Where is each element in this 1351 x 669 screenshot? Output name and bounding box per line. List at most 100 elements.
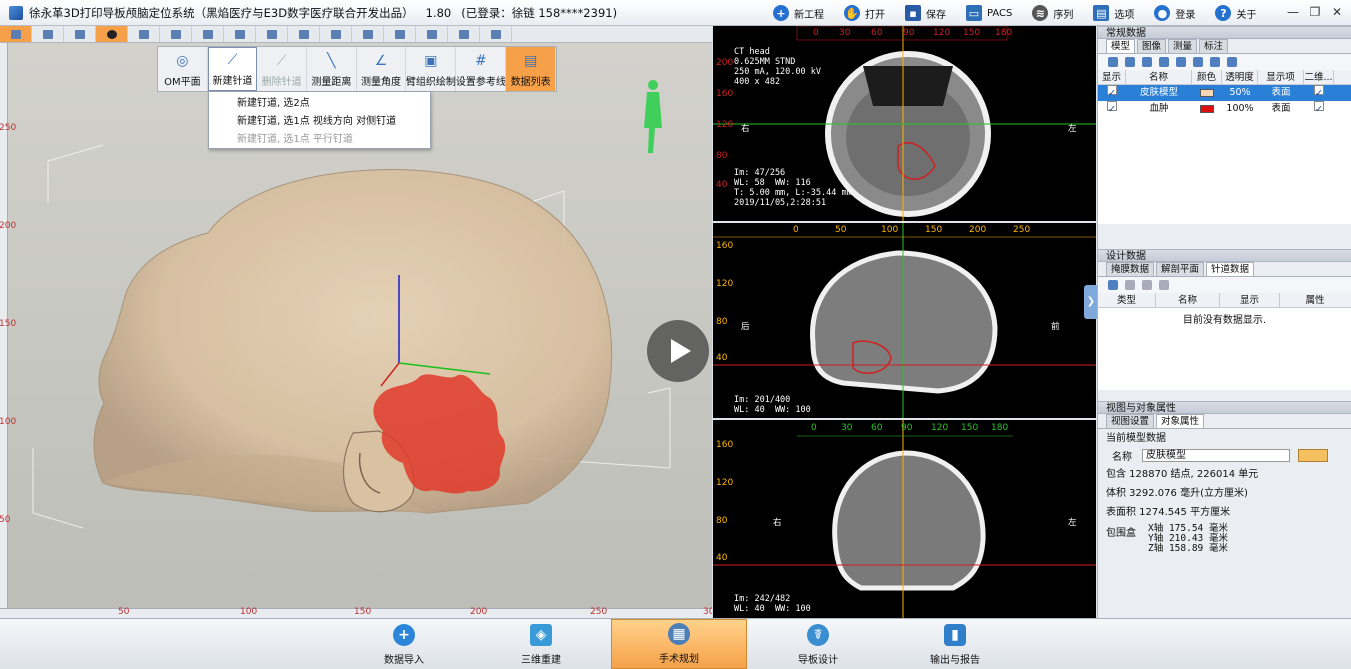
window-title: 徐永革3D打印导板颅脑定位系统（黑焰医疗与E3D数字医疗联合开发出品）: [29, 5, 414, 20]
angle-icon: ∠: [374, 53, 388, 69]
tab-measure[interactable]: 测量: [1168, 39, 1198, 53]
visible-checkbox[interactable]: ✓: [1107, 84, 1117, 99]
eye-icon[interactable]: [1159, 280, 1169, 290]
menu-item-two-points[interactable]: 新建钉道, 选2点: [209, 95, 430, 113]
view-tool-8[interactable]: [224, 26, 256, 42]
axial-right-label: 左: [1068, 124, 1077, 134]
axial-footer: Im: 47/256 WL: 58 WW: 116 T: 5.00 mm, L:…: [734, 168, 852, 208]
name-input[interactable]: 皮肤模型: [1142, 448, 1290, 462]
eye-icon[interactable]: [1227, 57, 1237, 67]
view-tool-5[interactable]: [128, 26, 160, 42]
options-button[interactable]: ▤ 选项: [1093, 5, 1134, 21]
table-row[interactable]: ✓ 血肿 100% 表面 ✓: [1098, 100, 1351, 117]
view-14-icon: [426, 29, 437, 39]
copy-icon[interactable]: [1159, 57, 1169, 67]
grid-icon: #: [474, 53, 487, 69]
view-tool-10[interactable]: [288, 26, 320, 42]
link-icon[interactable]: [1210, 57, 1220, 67]
play-button[interactable]: [647, 320, 709, 382]
menu-item-one-point-parallel[interactable]: 新建钉道, 选1点 平行钉道: [209, 131, 430, 149]
properties-header: 视图与对象属性: [1098, 401, 1351, 414]
open-button[interactable]: ✋ 打开: [844, 5, 885, 21]
om-plane-icon: ◎: [176, 53, 189, 69]
view-tool-1[interactable]: [0, 26, 32, 42]
view-tool-9[interactable]: [256, 26, 288, 42]
data-list-button[interactable]: ▤ 数据列表: [506, 47, 557, 91]
tab-model[interactable]: 模型: [1106, 39, 1136, 53]
tissue-draw-button[interactable]: ▣ 臂组织绘制: [406, 47, 457, 91]
tab-object-properties[interactable]: 对象属性: [1156, 414, 1205, 428]
plan-icon: ▦: [668, 623, 690, 645]
tab-image[interactable]: 图像: [1137, 39, 1167, 53]
guide-icon: ☤: [807, 624, 829, 646]
view-tool-16[interactable]: [480, 26, 512, 42]
tab-mask-data[interactable]: 掩膜数据: [1106, 262, 1155, 276]
menu-item-one-point-view[interactable]: 新建钉道, 选1点 视线方向 对侧钉道: [209, 113, 430, 131]
workflow-output-report[interactable]: ▮ 输出与报告: [887, 619, 1023, 669]
view-tool-3[interactable]: [64, 26, 96, 42]
measure-angle-button[interactable]: ∠ 测量角度: [357, 47, 407, 91]
restore-icon[interactable]: ❐: [1307, 4, 1323, 20]
folder-icon[interactable]: [1108, 280, 1118, 290]
login-button[interactable]: ● 登录: [1154, 5, 1195, 21]
workflow-data-import[interactable]: + 数据导入: [336, 619, 472, 669]
trash-icon[interactable]: [1125, 280, 1135, 290]
save-button[interactable]: ▪ 保存: [905, 5, 946, 21]
view-2-icon: [42, 29, 53, 39]
view-15-icon: [458, 29, 469, 39]
close-icon[interactable]: ✕: [1329, 4, 1345, 20]
view-tool-15[interactable]: [448, 26, 480, 42]
view-13-icon: [394, 29, 405, 39]
pacs-button[interactable]: ▭ PACS: [966, 5, 1012, 21]
sagittal-slice-view[interactable]: Im: 201/400 WL: 40 WW: 100 0 50 100 150 …: [713, 223, 1096, 418]
delete-trajectory-button[interactable]: ⟋ 删除针道: [257, 47, 308, 91]
2d-checkbox[interactable]: ✓: [1314, 84, 1324, 99]
2d-checkbox[interactable]: ✓: [1314, 100, 1324, 115]
brush-icon[interactable]: [1125, 57, 1135, 67]
view-tool-14[interactable]: [416, 26, 448, 42]
delete-needle-icon: ⟋: [276, 53, 287, 69]
view-tool-2[interactable]: [32, 26, 64, 42]
color-picker[interactable]: [1298, 448, 1328, 462]
view-tool-7[interactable]: [192, 26, 224, 42]
copy-icon[interactable]: [1142, 280, 1152, 290]
view-tool-12[interactable]: [352, 26, 384, 42]
visible-checkbox[interactable]: ✓: [1107, 100, 1117, 115]
tab-view-settings[interactable]: 视图设置: [1106, 414, 1155, 428]
window-controls: — ❐ ✕: [1279, 4, 1345, 20]
series-button[interactable]: ≋ 序列: [1032, 5, 1073, 21]
about-button[interactable]: ? 关于: [1215, 5, 1256, 21]
title-bar: 徐永革3D打印导板颅脑定位系统（黑焰医疗与E3D数字医疗联合开发出品） 1.80…: [0, 0, 1351, 26]
export-icon[interactable]: [1176, 57, 1186, 67]
view-tool-13[interactable]: [384, 26, 416, 42]
tab-annotate[interactable]: 标注: [1199, 39, 1229, 53]
color-swatch[interactable]: [1200, 88, 1214, 97]
om-plane-button[interactable]: ◎ OM平面: [158, 47, 208, 91]
fill-icon[interactable]: [1108, 57, 1118, 67]
new-project-button[interactable]: + 新工程: [773, 5, 824, 21]
table-row[interactable]: ✓ 皮肤模型 50% 表面 ✓: [1098, 84, 1351, 101]
view-3d[interactable]: 250 200 150 100 50 50 100 150 200 250 30…: [0, 26, 712, 618]
minimize-icon[interactable]: —: [1285, 4, 1301, 20]
coronal-slice-view[interactable]: Im: 242/482 WL: 40 WW: 100 0 30 60 90 12…: [713, 420, 1096, 618]
measure-distance-button[interactable]: ╲ 测量距离: [307, 47, 357, 91]
sagittal-footer: Im: 201/400 WL: 40 WW: 100: [734, 395, 811, 415]
view-tool-4[interactable]: [96, 26, 128, 42]
workflow-3d-reconstruction[interactable]: ◈ 三维重建: [473, 619, 609, 669]
view-tool-11[interactable]: [320, 26, 352, 42]
tab-anatomy-plane[interactable]: 解剖平面: [1156, 262, 1205, 276]
axial-slice-view[interactable]: CT head 0.625MM STND 250 mA, 120.00 kV 4…: [713, 26, 1096, 221]
tab-trajectory-data[interactable]: 针道数据: [1206, 262, 1255, 276]
reference-line-button[interactable]: # 设置参考线: [456, 47, 507, 91]
name-row: 名称 皮肤模型: [1098, 447, 1351, 463]
workflow-guide-design[interactable]: ☤ 导板设计: [750, 619, 886, 669]
view-4-icon: [106, 29, 117, 39]
duplicate-icon[interactable]: [1193, 57, 1203, 67]
color-swatch[interactable]: [1200, 104, 1214, 113]
ruler-horizontal: 50 100 150 200 250 30: [0, 607, 712, 618]
collapse-panel-button[interactable]: ❯: [1084, 285, 1098, 319]
workflow-surgery-planning[interactable]: ▦ 手术规划: [611, 619, 747, 669]
new-trajectory-button[interactable]: ⟋ 新建针道: [207, 47, 258, 91]
delete-icon[interactable]: [1142, 57, 1152, 67]
view-tool-6[interactable]: [160, 26, 192, 42]
